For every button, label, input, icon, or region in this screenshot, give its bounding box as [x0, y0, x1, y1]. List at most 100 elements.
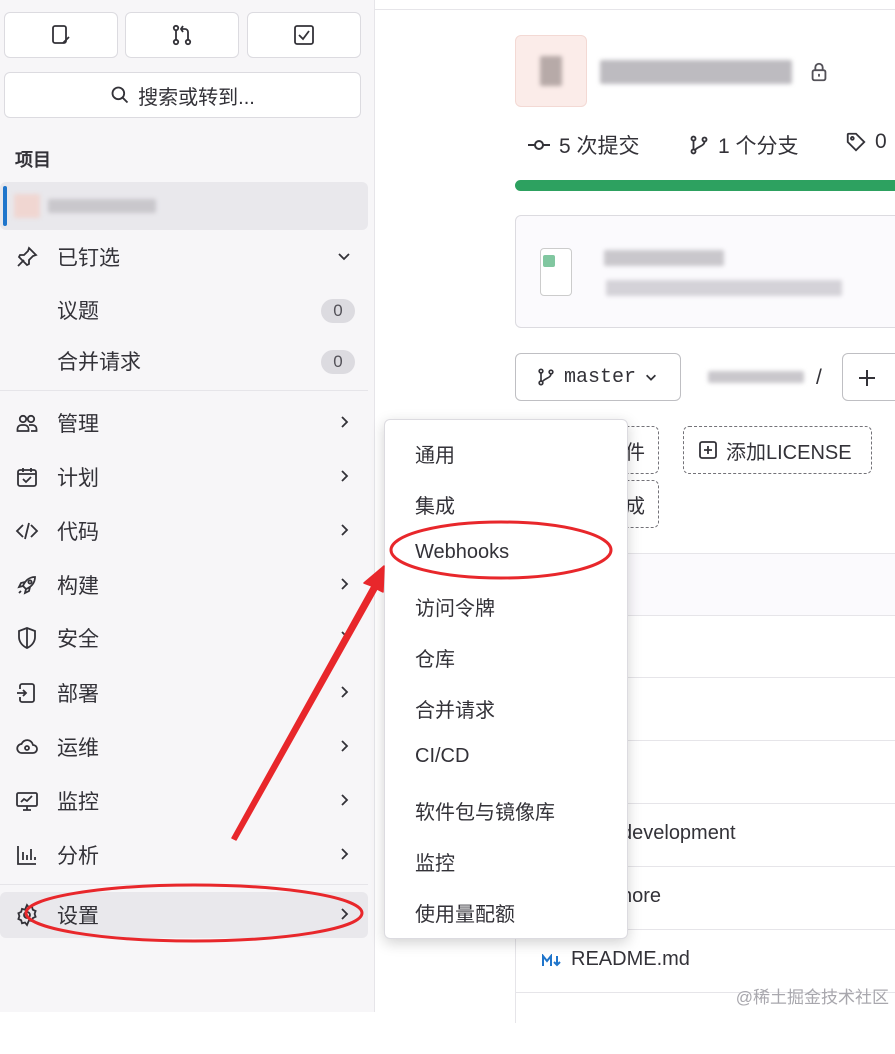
menu-item-repository[interactable]: 仓库 [415, 643, 455, 672]
sidebar-item-issues[interactable]: 议题 0 [0, 287, 368, 333]
top-border [375, 0, 895, 10]
code-icon [15, 519, 39, 543]
divider [0, 390, 368, 391]
current-project-item[interactable] [0, 182, 368, 230]
sidebar-item-settings[interactable]: 设置 [0, 892, 368, 938]
sidebar-item-label: 运维 [57, 732, 99, 762]
sidebar-item-plan[interactable]: 计划 [0, 454, 368, 500]
sidebar-item-analyze[interactable]: 分析 [0, 832, 368, 878]
commits-label: 5 次提交 [559, 130, 640, 160]
merge-requests-button[interactable] [125, 12, 239, 58]
sidebar-item-merge-requests[interactable]: 合并请求 0 [0, 338, 368, 384]
commit-meta-redacted [606, 280, 842, 296]
tag-icon [845, 131, 867, 153]
branch-selector[interactable]: master [515, 353, 681, 401]
todos-button[interactable] [247, 12, 361, 58]
menu-item-general[interactable]: 通用 [415, 439, 455, 468]
sidebar-item-label: 部署 [57, 678, 99, 708]
language-progress-bar [515, 180, 895, 191]
project-name-redacted [48, 199, 156, 213]
pin-icon [15, 245, 39, 269]
chevron-down-icon [644, 370, 658, 384]
branches-stat[interactable]: 1 个分支 [688, 130, 799, 160]
sidebar-item-label: 代码 [57, 516, 99, 546]
chevron-down-icon [336, 248, 352, 264]
chevron-right-icon [336, 468, 352, 484]
sidebar-item-label: 计划 [57, 462, 99, 492]
commits-stat[interactable]: 5 次提交 [527, 130, 640, 160]
monitor-icon [15, 789, 39, 813]
lock-icon [808, 60, 830, 84]
active-indicator [3, 186, 7, 226]
chevron-right-icon [336, 629, 352, 645]
sidebar-item-label: 已钉选 [57, 242, 120, 272]
plus-icon [857, 368, 877, 388]
sidebar: 搜索或转到... 项目 已钉选 议题 0 合并请求 0 管理 计划 代码 构建 [0, 0, 375, 1012]
search-button[interactable]: 搜索或转到... [4, 72, 361, 118]
sidebar-item-pinned[interactable]: 已钉选 [0, 234, 368, 280]
add-license-button[interactable]: 添加LICENSE [683, 426, 872, 474]
checkbox-icon [292, 23, 316, 47]
menu-item-monitor[interactable]: 监控 [415, 847, 455, 876]
avatar-redacted [540, 56, 562, 86]
chart-icon [15, 843, 39, 867]
sidebar-item-label: 安全 [57, 623, 99, 653]
add-dropdown-button[interactable] [842, 353, 895, 401]
sidebar-item-deploy[interactable]: 部署 [0, 670, 368, 716]
sidebar-item-label: 监控 [57, 786, 99, 816]
search-icon [110, 85, 130, 105]
compose-icon [49, 23, 73, 47]
menu-item-webhooks[interactable]: Webhooks [415, 541, 509, 564]
sidebar-item-label: 合并请求 [57, 346, 141, 376]
sidebar-item-build[interactable]: 构建 [0, 562, 368, 608]
menu-item-access-tokens[interactable]: 访问令牌 [415, 592, 495, 621]
menu-item-integrations[interactable]: 集成 [415, 490, 455, 519]
rocket-icon [15, 573, 39, 597]
count-badge: 0 [321, 299, 355, 323]
sidebar-item-label: 设置 [57, 900, 99, 930]
calendar-icon [15, 465, 39, 489]
chevron-right-icon [336, 684, 352, 700]
commit-title-redacted [604, 250, 724, 266]
file-name: development [621, 822, 736, 845]
sidebar-item-label: 管理 [57, 408, 99, 438]
branches-label: 1 个分支 [718, 130, 799, 160]
sidebar-item-label: 分析 [57, 840, 99, 870]
menu-item-usage-quotas[interactable]: 使用量配额 [415, 898, 515, 927]
chevron-right-icon [336, 846, 352, 862]
chevron-right-icon [336, 576, 352, 592]
menu-item-merge-requests[interactable]: 合并请求 [415, 694, 495, 723]
button-label: 件 [625, 436, 645, 465]
sidebar-item-operate[interactable]: 运维 [0, 724, 368, 770]
branch-icon [688, 134, 710, 156]
sidebar-item-monitor[interactable]: 监控 [0, 778, 368, 824]
chevron-right-icon [336, 522, 352, 538]
button-label: 添加LICENSE [726, 436, 852, 465]
cloud-icon [15, 735, 39, 759]
plus-square-icon [698, 440, 718, 460]
count-badge: 0 [321, 350, 355, 374]
new-issue-button[interactable] [4, 12, 118, 58]
search-label: 搜索或转到... [138, 81, 255, 110]
path-separator: / [816, 366, 822, 390]
tags-label: 0 [875, 130, 887, 154]
sidebar-item-secure[interactable]: 安全 [0, 615, 368, 661]
shield-icon [15, 626, 39, 650]
sidebar-item-code[interactable]: 代码 [0, 508, 368, 554]
divider [0, 884, 368, 885]
sidebar-item-manage[interactable]: 管理 [0, 400, 368, 446]
last-commit-box [515, 215, 895, 328]
menu-item-packages-registries[interactable]: 软件包与镜像库 [415, 796, 555, 825]
path-redacted [708, 371, 804, 383]
branch-name: master [564, 366, 636, 389]
sidebar-item-label: 构建 [57, 570, 99, 600]
project-avatar [515, 35, 587, 107]
menu-item-cicd[interactable]: CI/CD [415, 745, 469, 768]
chevron-right-icon [336, 906, 352, 922]
chevron-right-icon [336, 414, 352, 430]
project-title-redacted [600, 60, 792, 84]
watermark: @稀土掘金技术社区 [736, 983, 889, 1008]
tags-stat[interactable]: 0 [845, 130, 887, 154]
commit-icon [527, 133, 551, 157]
deploy-icon [15, 681, 39, 705]
